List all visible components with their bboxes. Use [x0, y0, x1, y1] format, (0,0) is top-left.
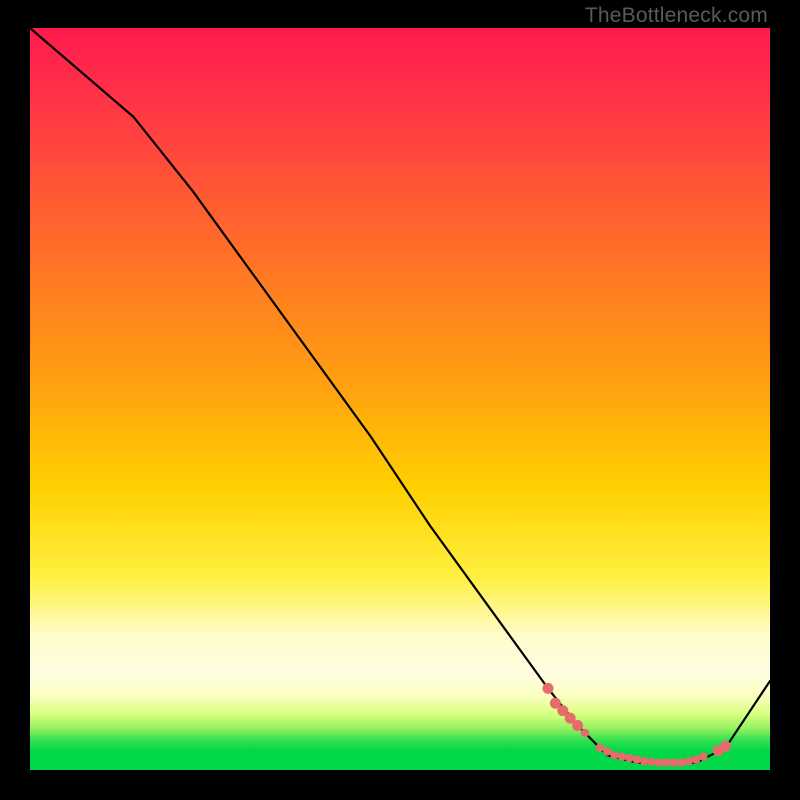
highlight-dot [699, 752, 707, 760]
highlight-dot [625, 754, 633, 762]
highlight-dot [572, 720, 583, 731]
highlight-dot [581, 729, 589, 737]
highlight-dot [596, 744, 604, 752]
highlight-dot [640, 757, 648, 765]
highlight-dot [610, 751, 618, 759]
highlight-dot [692, 755, 700, 763]
highlight-dot [603, 747, 611, 755]
plot-area [30, 28, 770, 770]
highlight-dot [720, 741, 731, 752]
highlight-dot [618, 752, 626, 760]
highlight-dot [655, 758, 663, 766]
highlight-dot [647, 758, 655, 766]
highlight-dot [677, 758, 685, 766]
highlight-dot [633, 755, 641, 763]
highlight-dot [684, 757, 692, 765]
highlight-dot [543, 683, 554, 694]
bottleneck-curve [30, 28, 770, 763]
watermark-text: TheBottleneck.com [585, 4, 768, 28]
highlight-dot [662, 758, 670, 766]
highlight-dots [543, 683, 732, 767]
chart-frame: TheBottleneck.com [0, 0, 800, 800]
highlight-dot [670, 758, 678, 766]
curve-layer [30, 28, 770, 770]
